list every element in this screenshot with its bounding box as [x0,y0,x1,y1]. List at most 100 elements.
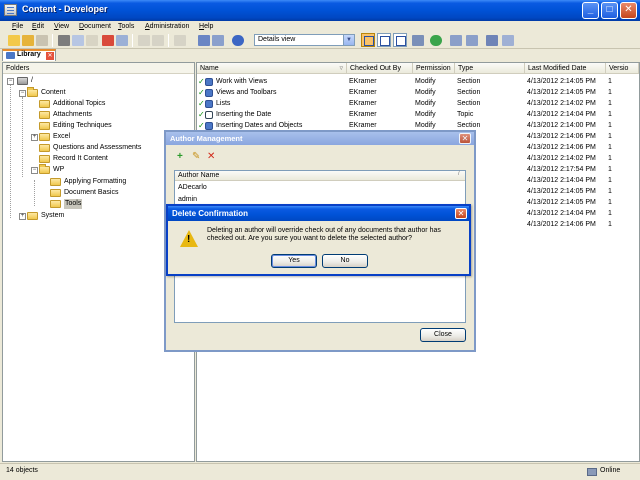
publish-icon[interactable] [412,35,424,46]
check-in-icon[interactable] [450,35,462,46]
table-row[interactable]: ✓ Work with Views EKramer Modify Section… [197,76,639,87]
column-header-type[interactable]: Type [455,63,525,74]
new-icon[interactable] [8,35,20,46]
folder-icon [39,144,50,152]
menu-help[interactable]: Help [199,21,213,32]
author-dialog-title: Author Management [166,132,474,145]
tab-strip: Library ✕ [0,49,640,61]
table-row[interactable]: ✓ Views and Toolbars EKramer Modify Sect… [197,87,639,98]
replace-icon[interactable] [212,35,224,46]
folder-icon [39,133,50,141]
link-icon[interactable] [502,35,514,46]
status-object-count: 14 objects [6,467,38,474]
redo-icon[interactable] [152,35,164,46]
confirm-dialog-title: Delete Confirmation [168,206,469,221]
author-name-column-header[interactable]: Author Name [175,171,465,181]
expand-wp-toggle[interactable]: − [31,167,38,174]
expand-root-toggle[interactable]: − [7,78,14,85]
yes-button[interactable]: Yes [271,254,317,268]
column-header-version[interactable]: Versio [606,63,639,74]
drive-icon [17,77,28,85]
author-dialog-close-button[interactable]: Close [420,328,466,342]
outdent-icon[interactable] [174,35,186,46]
menu-edit[interactable]: Edit [32,21,44,32]
status-bar: 14 objects Online [0,463,640,480]
window-title: Content - Developer [22,4,108,14]
author-item[interactable]: ADecarlo [178,183,207,193]
checkmark-icon: ✓ [198,110,205,119]
menu-tools[interactable]: Tools [118,21,134,32]
column-header-name[interactable]: Name ▿ [197,63,347,74]
upload-icon[interactable] [486,35,498,46]
delete-author-icon[interactable]: ✕ [207,152,215,162]
menu-view[interactable]: View [54,21,69,32]
column-header-checked-out-by[interactable]: Checked Out By [347,63,413,74]
close-window-button[interactable]: ✕ [620,2,637,19]
open-folder-icon[interactable] [22,35,34,46]
topic-icon [205,111,213,119]
folders-header: Folders [3,63,194,74]
checkmark-icon: ✓ [198,88,205,97]
check-out-icon[interactable] [466,35,478,46]
checkmark-icon: ✓ [198,99,205,108]
menu-file[interactable]: File [12,21,23,32]
folder-icon [27,212,38,220]
paste-icon[interactable] [86,35,98,46]
folder-open-icon [27,87,38,97]
table-row[interactable]: ✓ Inserting the Date EKramer Modify Topi… [197,109,639,120]
menu-administration[interactable]: Administration [145,21,189,32]
chevron-down-icon[interactable]: ▼ [343,35,354,45]
section-icon [205,122,213,130]
expand-system-toggle[interactable]: + [19,213,26,220]
column-resize-icon: / [458,171,460,177]
cut-icon[interactable] [58,35,70,46]
column-header-last-modified[interactable]: Last Modified Date [525,63,606,74]
copy-icon[interactable] [72,35,84,46]
edit-author-icon[interactable]: ✎ [192,152,200,162]
maximize-button[interactable]: □ [601,2,618,19]
table-row[interactable]: ✓ Lists EKramer Modify Section 4/13/2012… [197,98,639,109]
expand-excel-toggle[interactable]: + [31,134,38,141]
expand-content-toggle[interactable]: − [19,90,26,97]
menu-bar: File Edit View Document Tools Administra… [0,21,640,32]
menu-document[interactable]: Document [79,21,111,32]
folder-icon [50,200,61,208]
network-icon [587,468,597,476]
library-icon [6,52,15,59]
window-titlebar[interactable]: Content - Developer _ □ ✕ [0,0,640,21]
close-tab-icon[interactable]: ✕ [46,52,54,60]
view-select-value: Details view [258,36,296,43]
column-header-permission[interactable]: Permission [413,63,455,74]
split-vertical-toggle[interactable] [393,33,407,47]
delete-icon[interactable] [102,35,114,46]
status-online: Online [600,467,621,474]
undo-icon[interactable] [138,35,150,46]
section-icon [205,78,213,86]
details-view-toggle[interactable] [361,33,375,47]
add-author-icon[interactable]: + [177,152,183,162]
split-horizontal-toggle[interactable] [377,33,391,47]
help-icon[interactable] [232,35,244,46]
folder-icon [39,111,50,119]
tab-library-label: Library [17,51,41,58]
folder-icon [50,178,61,186]
view-select[interactable]: Details view ▼ [254,34,355,46]
folder-icon [39,155,50,163]
folder-open-icon [39,164,50,174]
confirm-message: Deleting an author will override check o… [207,227,441,242]
app-icon [4,4,17,16]
tab-library[interactable]: Library ✕ [2,49,56,61]
properties-icon[interactable] [116,35,128,46]
save-icon[interactable] [36,35,48,46]
filter-icon[interactable]: ▿ [339,63,343,74]
folder-icon [39,122,50,130]
refresh-icon[interactable] [430,35,442,46]
author-dialog-close-icon[interactable]: ✕ [459,133,471,144]
confirm-dialog-close-icon[interactable]: ✕ [455,208,467,219]
find-icon[interactable] [198,35,210,46]
no-button[interactable]: No [322,254,368,268]
delete-confirmation-dialog: Delete Confirmation ✕ ! Deleting an auth… [166,204,471,276]
minimize-button[interactable]: _ [582,2,599,19]
folder-icon [39,100,50,108]
folder-icon [50,189,61,197]
